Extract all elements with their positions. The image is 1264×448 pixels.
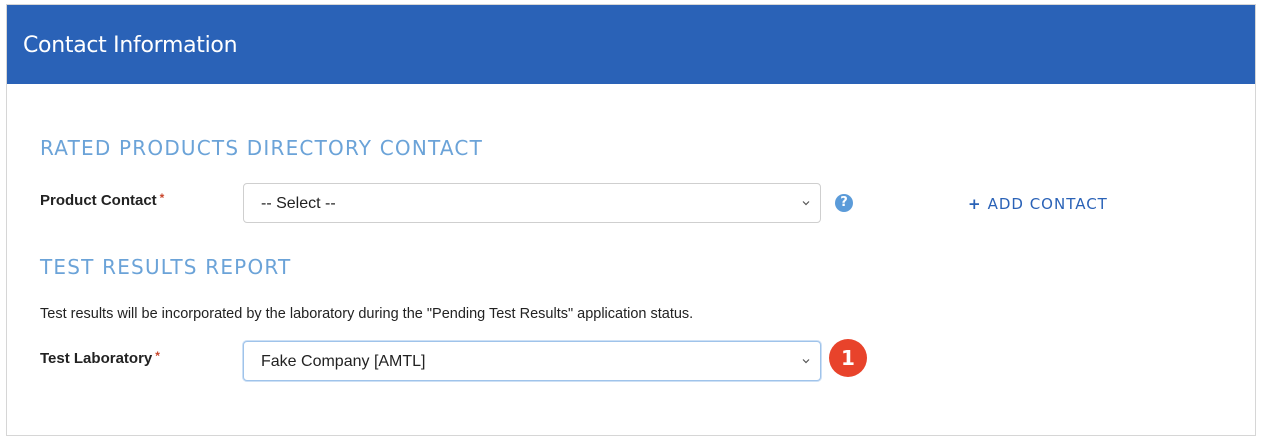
contact-information-panel: Contact Information RATED PRODUCTS DIREC… <box>6 4 1256 436</box>
plus-icon: + <box>968 195 982 213</box>
required-marker: * <box>155 349 160 363</box>
panel-header: Contact Information <box>7 5 1255 84</box>
question-circle-icon[interactable]: ? <box>835 194 853 212</box>
product-contact-selected-value: -- Select -- <box>261 195 336 212</box>
test-laboratory-label: Test Laboratory * <box>40 349 160 367</box>
chevron-down-icon <box>802 359 810 364</box>
product-contact-label-text: Product Contact <box>40 192 157 209</box>
test-results-description: Test results will be incorporated by the… <box>40 306 694 322</box>
test-laboratory-select[interactable]: Fake Company [AMTL] <box>243 341 821 381</box>
test-results-report-heading: TEST RESULTS REPORT <box>40 255 292 279</box>
add-contact-label: ADD CONTACT <box>987 195 1108 213</box>
step-number-badge: 1 <box>829 339 867 377</box>
product-contact-select[interactable]: -- Select -- <box>243 183 821 223</box>
chevron-down-icon <box>802 201 810 206</box>
rated-products-directory-heading: RATED PRODUCTS DIRECTORY CONTACT <box>40 136 483 160</box>
test-laboratory-selected-value: Fake Company [AMTL] <box>261 353 426 370</box>
panel-title: Contact Information <box>23 33 238 58</box>
product-contact-label: Product Contact * <box>40 191 165 209</box>
add-contact-button[interactable]: + ADD CONTACT <box>968 195 1108 213</box>
test-laboratory-label-text: Test Laboratory <box>40 350 153 367</box>
required-marker: * <box>159 191 165 205</box>
